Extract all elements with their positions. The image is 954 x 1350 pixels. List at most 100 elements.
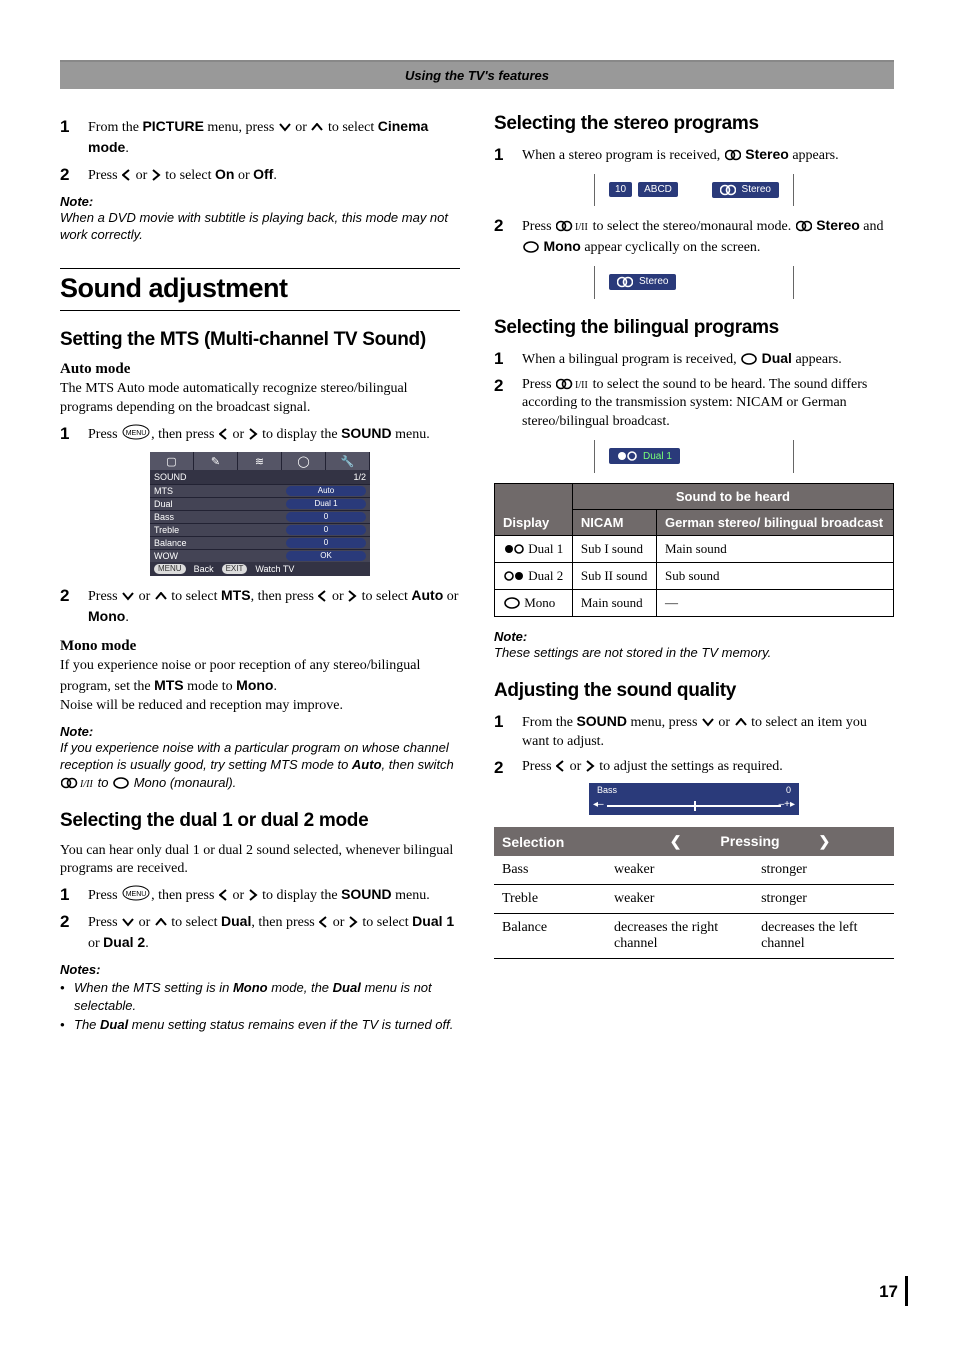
mono-icon xyxy=(504,597,520,609)
note-body: These settings are not stored in the TV … xyxy=(494,644,894,662)
text: or xyxy=(88,936,103,951)
osd-key: Bass xyxy=(154,512,286,522)
dual2-icon xyxy=(504,570,524,582)
label: Dual xyxy=(762,350,792,366)
right-column: Selecting the stereo programs 1 When a s… xyxy=(494,113,894,1034)
text: to select xyxy=(168,915,221,930)
mono-icon xyxy=(523,241,539,253)
left-icon xyxy=(318,590,327,602)
text: , then press xyxy=(151,427,218,442)
th-selection: Selection xyxy=(494,827,606,856)
right-icon xyxy=(348,590,357,602)
right-icon xyxy=(152,169,161,181)
osd-foot-menu: MENU xyxy=(154,564,186,574)
down-icon xyxy=(279,123,291,133)
text: Press xyxy=(88,915,121,930)
text: Press xyxy=(522,219,555,234)
left-icon xyxy=(219,889,228,901)
table-row: Treble weaker stronger xyxy=(494,885,894,914)
osd-title: SOUND xyxy=(154,472,187,482)
option: Auto xyxy=(411,587,443,603)
left-icon xyxy=(556,760,565,772)
quality-table: Selection ❮ Pressing ❯ Bass weaker stron… xyxy=(494,827,894,959)
osd-key: Treble xyxy=(154,525,286,535)
step-number: 1 xyxy=(494,349,522,370)
quality-step-2: 2 Press or to adjust the settings as req… xyxy=(494,758,894,778)
text: or xyxy=(443,589,458,604)
right-icon xyxy=(249,889,258,901)
dual1-icon xyxy=(504,543,524,555)
left-icon xyxy=(219,428,228,440)
text: From the xyxy=(88,120,142,135)
text: to select the stereo/monaural mode. xyxy=(589,219,795,234)
option: On xyxy=(215,166,234,182)
target: SOUND xyxy=(341,425,392,441)
text: . xyxy=(125,141,129,156)
heading-quality: Adjusting the sound quality xyxy=(494,680,894,702)
text: Press xyxy=(88,168,121,183)
note-item: The Dual menu setting status remains eve… xyxy=(60,1016,460,1034)
text: to display the xyxy=(259,888,341,903)
stereo-mono-select-icon xyxy=(556,378,588,390)
target: MTS xyxy=(221,587,251,603)
paragraph: If you experience noise or poor receptio… xyxy=(60,657,460,716)
option: Off xyxy=(253,166,273,182)
text: . xyxy=(145,936,149,951)
menu-name: PICTURE xyxy=(142,118,203,134)
mono-icon xyxy=(741,353,757,365)
osd-stereo-badge: Stereo xyxy=(712,182,779,198)
text: menu. xyxy=(392,888,430,903)
step-number: 2 xyxy=(60,586,88,628)
stereo-step-2: 2 Press to select the stereo/monaural mo… xyxy=(494,216,894,258)
osd-val: OK xyxy=(286,551,366,561)
osd-stereo-indicator: Stereo xyxy=(594,266,794,299)
osd-key: Dual xyxy=(154,499,286,509)
osd-val: Dual 1 xyxy=(286,499,366,509)
text: Press xyxy=(88,427,121,442)
table-row: Dual 1 Sub I sound Main sound xyxy=(495,536,894,563)
note-body: If you experience noise with a particula… xyxy=(60,739,460,792)
osd-val: 0 xyxy=(286,525,366,535)
mts-step-1: 1 Press , then press or to display the S… xyxy=(60,424,460,445)
osd-key: WOW xyxy=(154,551,286,561)
text: When a bilingual program is received, xyxy=(522,352,740,367)
note-body: When a DVD movie with subtitle is playin… xyxy=(60,209,460,244)
label: Stereo xyxy=(745,146,789,162)
cinema-step-1: 1 From the PICTURE menu, press or to sel… xyxy=(60,117,460,159)
paragraph: The MTS Auto mode automatically recogniz… xyxy=(60,380,460,418)
step-number: 2 xyxy=(494,376,522,433)
text: When a stereo program is received, xyxy=(522,148,724,163)
note-label: Note: xyxy=(60,194,460,209)
heading-mono-mode: Mono mode xyxy=(60,638,460,655)
table-row: Mono Main sound — xyxy=(495,590,894,617)
biling-step-1: 1 When a bilingual program is received, … xyxy=(494,349,894,370)
divider xyxy=(60,268,460,269)
down-icon xyxy=(122,592,134,602)
down-icon xyxy=(702,718,714,728)
osd-foot-watch: Watch TV xyxy=(255,564,294,574)
option: Dual 1 xyxy=(412,913,454,929)
note-label: Note: xyxy=(60,724,460,739)
dual-step-1: 1 Press , then press or to display the S… xyxy=(60,885,460,906)
osd-val: Auto xyxy=(286,486,366,496)
text: Press xyxy=(88,589,121,604)
paragraph: You can hear only dual 1 or dual 2 sound… xyxy=(60,842,460,880)
stereo-mono-select-icon xyxy=(61,777,93,789)
heading-dual: Selecting the dual 1 or dual 2 mode xyxy=(60,810,460,832)
table-row: Dual 2 Sub II sound Sub sound xyxy=(495,563,894,590)
label: Mono xyxy=(544,238,581,254)
text: to display the xyxy=(259,427,341,442)
text: to select xyxy=(168,589,221,604)
step-number: 1 xyxy=(60,885,88,906)
left-icon xyxy=(319,916,328,928)
text: Press xyxy=(522,759,555,774)
text: From the xyxy=(522,715,576,730)
step-number: 1 xyxy=(494,145,522,166)
menu-button-icon xyxy=(122,424,150,440)
step-number: 1 xyxy=(60,117,88,159)
text: to select xyxy=(324,120,377,135)
bilingual-table: Display Sound to be heard NICAM German s… xyxy=(494,483,894,617)
osd-sound-menu: ▢✎≋◯🔧 SOUND1/2 MTSAuto DualDual 1 Bass0 … xyxy=(150,452,370,576)
text: menu. xyxy=(392,427,430,442)
right-icon xyxy=(586,760,595,772)
